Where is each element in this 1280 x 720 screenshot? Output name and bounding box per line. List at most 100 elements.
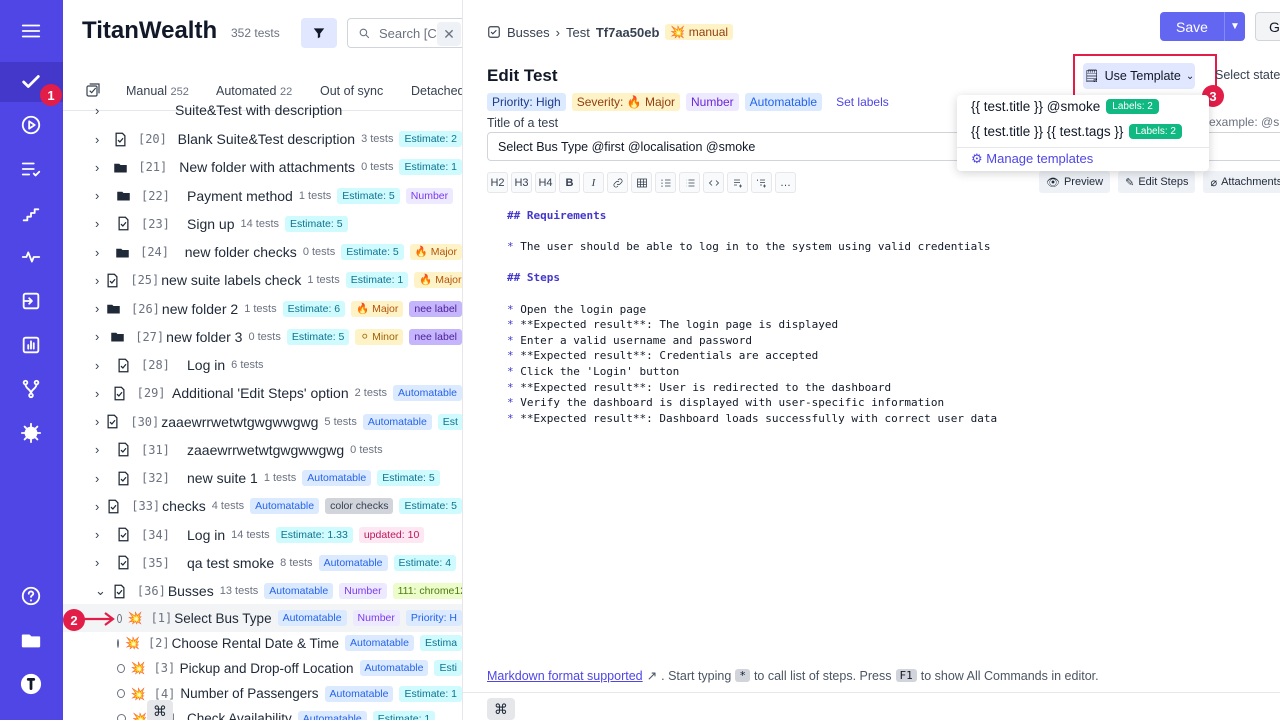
import-icon[interactable] [16,286,46,316]
preview-tab[interactable]: 👁 Preview [1039,171,1111,193]
go-button[interactable]: Go [1255,12,1280,41]
tab-manual[interactable]: Manual 252 [126,84,189,98]
list-text: Click the 'Login' button [520,364,680,378]
suite-file-icon [118,555,128,570]
heading4-button[interactable]: H4 [535,172,556,193]
bold-button[interactable]: B [559,172,580,193]
chevron-right-icon[interactable]: › [95,273,99,288]
chevron-right-icon[interactable]: › [95,442,109,457]
chevron-right-icon[interactable]: › [95,245,109,260]
select-state-label[interactable]: Select state: [1215,68,1280,82]
italic-button[interactable]: I [583,172,604,193]
chevron-right-icon[interactable]: › [95,414,99,429]
bullet-list-button[interactable] [679,172,700,193]
tree-row[interactable]: › [26] new folder 2 1 tests Estimate: 6 🔥 Maj… [63,295,462,323]
select-radio[interactable] [117,714,126,720]
chevron-right-icon[interactable]: › [95,358,109,373]
tree-row[interactable]: › [34] Log in 14 tests Estimate: 1.33 updated… [63,521,462,549]
tree-row[interactable]: › [24] new folder checks 0 tests Estimate: 5… [63,238,462,266]
tree-row[interactable]: › [31] zaaewrrwetwtgwgwwgwg 0 tests [63,436,462,464]
editor-command-button[interactable]: ⌘ [487,698,515,720]
runs-list-icon[interactable] [16,154,46,184]
ordered-list-icon [661,179,670,187]
more-options-button[interactable]: … [775,172,796,193]
heading2-button[interactable]: H2 [487,172,508,193]
close-panel-button[interactable]: ✕ [437,22,461,46]
template-item-tags[interactable]: {{ test.title }} {{ test.tags }} Labels:… [971,124,1182,139]
add-step-button[interactable] [727,172,748,193]
chevron-right-icon[interactable]: › [95,555,109,570]
tree-row[interactable]: › [25] new suite labels check 1 tests Estima… [63,266,462,294]
filter-button[interactable] [301,18,337,48]
tab-detached[interactable]: Detached [411,84,462,98]
tree-row[interactable]: › [27] new folder 3 0 tests Estimate: 5 ⚪ Min… [63,323,462,351]
link-button[interactable] [607,172,628,193]
analytics-chart-icon[interactable] [16,330,46,360]
chevron-right-icon[interactable]: › [95,188,109,203]
save-dropdown-icon[interactable]: ▼ [1224,12,1245,41]
markdown-editor[interactable]: ## Requirements * The user should be abl… [507,208,997,426]
select-radio[interactable] [117,663,125,673]
attachments-tab[interactable]: ⌀ Attachments [1203,171,1280,193]
tree-row[interactable]: ⌄ [36] Busses 13 tests Automatable Number 111:… [63,577,462,605]
chevron-right-icon[interactable]: › [95,499,100,514]
select-radio[interactable] [117,689,125,699]
chevron-right-icon[interactable]: › [95,160,107,175]
menu-icon[interactable] [16,16,46,46]
row-number: [21] [138,160,168,175]
template-labels-badge: Labels: 2 [1106,99,1159,114]
set-labels-link[interactable]: Set labels [836,95,889,109]
user-avatar-icon[interactable] [16,669,46,699]
chevron-right-icon[interactable]: › [95,386,106,401]
code-button[interactable] [703,172,724,193]
select-all-icon[interactable] [85,82,101,98]
tab-out-of-sync[interactable]: Out of sync [320,84,383,98]
test-row[interactable]: 💥[5]Check AvailabilityAutomatableEstimat… [63,705,462,720]
ordered-list-button[interactable] [655,172,676,193]
tree-row[interactable]: › [33] checks 4 tests Automatable color check… [63,492,462,520]
chevron-right-icon[interactable]: › [95,301,100,316]
tree-row-partial[interactable]: › Suite&Test with description [63,98,462,118]
breadcrumb-suite[interactable]: Busses [507,25,550,40]
tab-automated[interactable]: Automated 22 [216,84,292,98]
test-row[interactable]: 💥 [3] Pickup and Drop-off Location Automata… [63,654,462,682]
manage-templates-link[interactable]: ⚙ Manage templates [971,151,1093,167]
select-radio[interactable] [117,638,119,648]
chevron-right-icon[interactable]: › [95,132,107,147]
tree-row[interactable]: › [22] Payment method 1 tests Estimate: 5 Num… [63,182,462,210]
save-button[interactable]: Save ▼ [1160,12,1245,41]
test-row[interactable]: 💥 [4] Number of Passengers Automatable Estim… [63,680,462,708]
heading3-button[interactable]: H3 [511,172,532,193]
chevron-right-icon[interactable]: › [95,216,109,231]
test-row[interactable]: 💥 [2] Choose Rental Date & Time Automatable… [63,629,462,657]
tree-row[interactable]: › [20] Blank Suite&Test description 3 tests… [63,125,462,153]
steps-stairs-icon[interactable] [16,198,46,228]
chevron-right-icon[interactable]: › [95,329,104,344]
template-item-smoke[interactable]: {{ test.title }} @smoke Labels: 2 [971,99,1159,114]
tree-row[interactable]: › [23] Sign up 14 tests Estimate: 5 [63,210,462,238]
branches-icon[interactable] [16,374,46,404]
pulse-icon[interactable] [16,242,46,272]
use-template-button[interactable]: 🗒 Use Template ⌄ [1083,63,1195,89]
chevron-down-icon[interactable]: ⌄ [95,583,106,599]
play-circle-icon[interactable] [16,110,46,140]
tree-row[interactable]: › [32] new suite 1 1 tests Automatable Estima… [63,464,462,492]
chevron-right-icon[interactable]: › [95,471,109,486]
add-numbered-step-button[interactable] [751,172,772,193]
settings-gear-icon[interactable] [16,418,46,448]
tree-row[interactable]: › [30] zaaewrrwetwtgwgwwgwg 5 tests Automata… [63,408,462,436]
chevron-right-icon[interactable]: › [95,527,109,542]
edit-steps-tab[interactable]: ✎ Edit Steps [1118,171,1196,193]
tree-row[interactable]: › [29] Additional 'Edit Steps' option 2 tes… [63,379,462,407]
project-test-count: 352 tests [231,26,280,40]
test-row[interactable]: 💥 [1] Select Bus Type Automatable Number Prio… [63,604,462,632]
help-icon[interactable] [16,581,46,611]
command-button[interactable]: ⌘ [147,700,173,720]
tree-row[interactable]: › [35] qa test smoke 8 tests Automatable Esti… [63,549,462,577]
tree-row[interactable]: › [28] Log in 6 tests [63,351,462,379]
projects-folder-icon[interactable] [16,625,46,655]
markdown-help-link[interactable]: Markdown format supported [487,669,643,683]
tree-row[interactable]: › [21] New folder with attachments 0 tests E… [63,153,462,181]
select-radio[interactable] [117,613,122,623]
table-button[interactable] [631,172,652,193]
